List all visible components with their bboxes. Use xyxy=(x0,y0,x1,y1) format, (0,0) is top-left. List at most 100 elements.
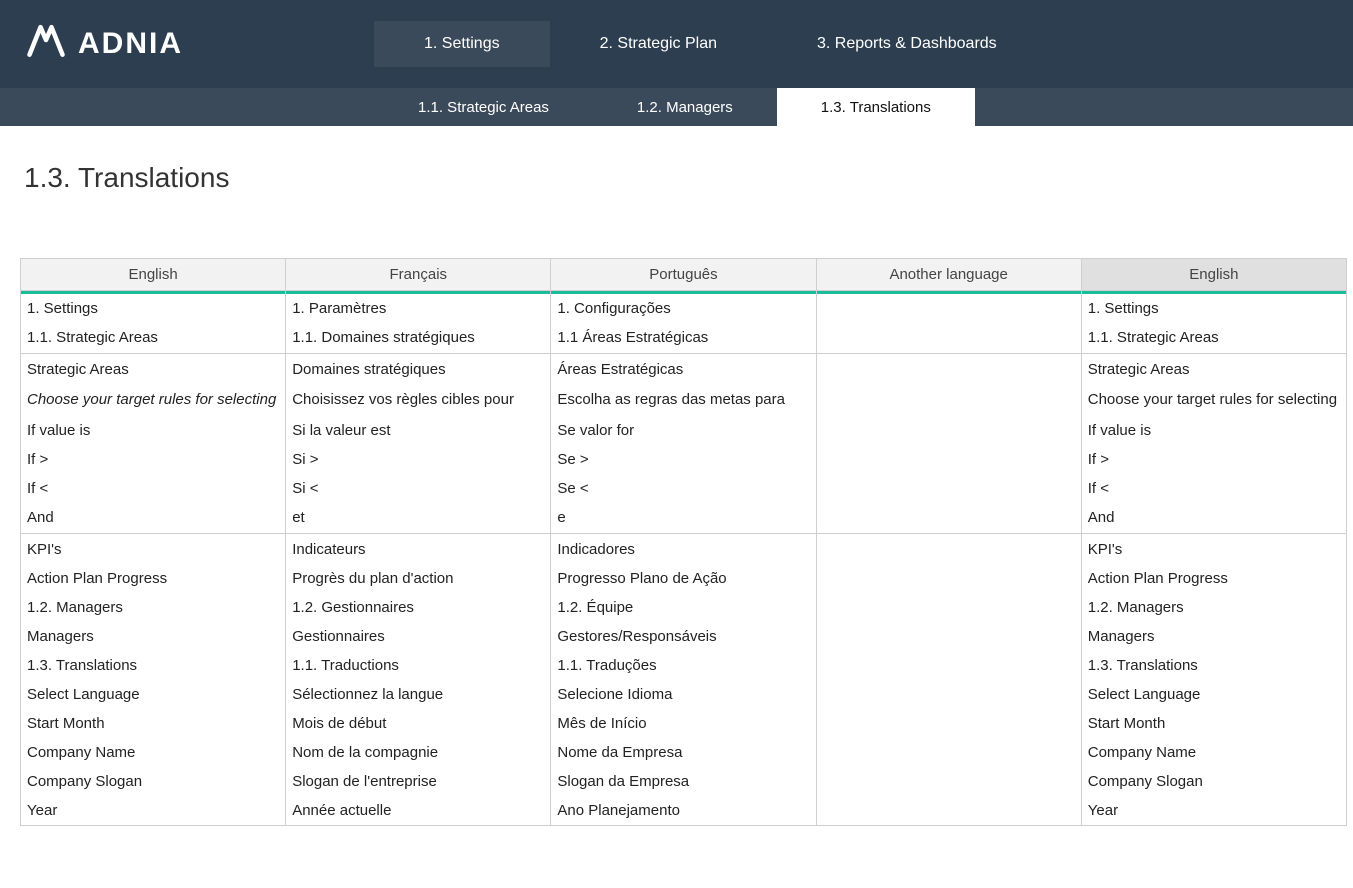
table-cell[interactable]: Nome da Empresa xyxy=(551,738,816,767)
table-cell[interactable]: e xyxy=(551,503,816,534)
table-cell[interactable] xyxy=(816,593,1081,622)
table-cell[interactable]: 1.3. Translations xyxy=(21,651,286,680)
sub-nav: 1.1. Strategic Areas1.2. Managers1.3. Tr… xyxy=(0,88,1353,126)
table-cell[interactable] xyxy=(816,796,1081,826)
table-cell[interactable]: 1.1 Áreas Estratégicas xyxy=(551,323,816,354)
table-cell[interactable] xyxy=(816,384,1081,416)
table-cell[interactable]: Start Month xyxy=(21,709,286,738)
table-cell[interactable]: 1.2. Équipe xyxy=(551,593,816,622)
table-cell[interactable]: Start Month xyxy=(1081,709,1346,738)
table-cell[interactable]: Áreas Estratégicas xyxy=(551,353,816,384)
table-cell[interactable]: Gestionnaires xyxy=(286,622,551,651)
table-cell[interactable]: Action Plan Progress xyxy=(21,564,286,593)
table-cell[interactable]: Strategic Areas xyxy=(21,353,286,384)
table-cell[interactable] xyxy=(816,503,1081,534)
table-cell[interactable]: Year xyxy=(1081,796,1346,826)
table-cell[interactable]: Slogan de l'entreprise xyxy=(286,767,551,796)
table-cell[interactable]: Slogan da Empresa xyxy=(551,767,816,796)
table-cell[interactable]: 1.3. Translations xyxy=(1081,651,1346,680)
table-row: YearAnnée actuelleAno PlanejamentoYear xyxy=(21,796,1347,826)
table-cell[interactable] xyxy=(816,533,1081,564)
table-cell[interactable] xyxy=(816,738,1081,767)
table-cell[interactable] xyxy=(816,416,1081,445)
table-cell[interactable]: 1. Settings xyxy=(21,294,286,323)
table-cell[interactable]: Managers xyxy=(1081,622,1346,651)
sub-tab-0[interactable]: 1.1. Strategic Areas xyxy=(374,88,593,126)
main-tab-0[interactable]: 1. Settings xyxy=(374,21,550,67)
table-cell[interactable]: Choose your target rules for selecting c… xyxy=(1081,384,1346,416)
table-cell[interactable]: Choisissez vos règles cibles pour sélect… xyxy=(286,384,551,416)
table-cell[interactable]: Action Plan Progress xyxy=(1081,564,1346,593)
table-cell[interactable]: Select Language xyxy=(1081,680,1346,709)
table-cell[interactable]: If < xyxy=(21,474,286,503)
table-cell[interactable]: If > xyxy=(1081,445,1346,474)
table-cell[interactable]: Choose your target rules for selecting c… xyxy=(21,384,286,416)
table-cell[interactable]: Nom de la compagnie xyxy=(286,738,551,767)
table-cell[interactable]: Progrès du plan d'action xyxy=(286,564,551,593)
table-cell[interactable] xyxy=(816,709,1081,738)
table-cell[interactable] xyxy=(816,767,1081,796)
table-cell[interactable]: et xyxy=(286,503,551,534)
column-header-0: English xyxy=(21,259,286,291)
table-cell[interactable]: Company Slogan xyxy=(1081,767,1346,796)
table-cell[interactable]: 1.1. Domaines stratégiques xyxy=(286,323,551,354)
table-cell[interactable]: 1.2. Gestionnaires xyxy=(286,593,551,622)
table-cell[interactable]: 1.2. Managers xyxy=(21,593,286,622)
table-cell[interactable]: Se < xyxy=(551,474,816,503)
table-cell[interactable]: Si < xyxy=(286,474,551,503)
table-cell[interactable]: KPI's xyxy=(1081,533,1346,564)
table-cell[interactable]: Select Language xyxy=(21,680,286,709)
table-cell[interactable]: Ano Planejamento xyxy=(551,796,816,826)
table-cell[interactable]: 1. Configurações xyxy=(551,294,816,323)
table-cell[interactable]: Progresso Plano de Ação xyxy=(551,564,816,593)
table-cell[interactable]: And xyxy=(21,503,286,534)
main-tab-1[interactable]: 2. Strategic Plan xyxy=(550,21,767,67)
table-cell[interactable]: If value is xyxy=(21,416,286,445)
table-cell[interactable] xyxy=(816,353,1081,384)
table-cell[interactable]: Mês de Início xyxy=(551,709,816,738)
table-cell[interactable]: Company Name xyxy=(1081,738,1346,767)
table-cell[interactable]: Managers xyxy=(21,622,286,651)
table-cell[interactable]: 1.1. Traduções xyxy=(551,651,816,680)
table-cell[interactable]: Si > xyxy=(286,445,551,474)
table-cell[interactable]: Se valor for xyxy=(551,416,816,445)
table-cell[interactable]: Strategic Areas xyxy=(1081,353,1346,384)
table-cell[interactable] xyxy=(816,651,1081,680)
table-cell[interactable] xyxy=(816,564,1081,593)
table-cell[interactable]: Domaines stratégiques xyxy=(286,353,551,384)
sub-tab-2[interactable]: 1.3. Translations xyxy=(777,88,975,126)
table-cell[interactable]: Selecione Idioma xyxy=(551,680,816,709)
table-cell[interactable]: Année actuelle xyxy=(286,796,551,826)
table-cell[interactable] xyxy=(816,474,1081,503)
table-cell[interactable]: Si la valeur est xyxy=(286,416,551,445)
table-cell[interactable]: If < xyxy=(1081,474,1346,503)
table-cell[interactable]: And xyxy=(1081,503,1346,534)
table-cell[interactable]: KPI's xyxy=(21,533,286,564)
table-cell[interactable]: 1.1. Strategic Areas xyxy=(1081,323,1346,354)
table-cell[interactable]: Escolha as regras das metas para seleção… xyxy=(551,384,816,416)
table-cell[interactable] xyxy=(816,680,1081,709)
table-cell[interactable]: Sélectionnez la langue xyxy=(286,680,551,709)
table-cell[interactable]: Mois de début xyxy=(286,709,551,738)
column-header-1: Français xyxy=(286,259,551,291)
main-tab-2[interactable]: 3. Reports & Dashboards xyxy=(767,21,1047,67)
table-cell[interactable]: 1. Settings xyxy=(1081,294,1346,323)
table-cell[interactable]: Year xyxy=(21,796,286,826)
table-cell[interactable]: 1. Paramètres xyxy=(286,294,551,323)
table-cell[interactable]: Company Slogan xyxy=(21,767,286,796)
table-cell[interactable] xyxy=(816,323,1081,354)
table-cell[interactable]: Se > xyxy=(551,445,816,474)
sub-tab-1[interactable]: 1.2. Managers xyxy=(593,88,777,126)
table-cell[interactable]: 1.2. Managers xyxy=(1081,593,1346,622)
table-cell[interactable]: If value is xyxy=(1081,416,1346,445)
table-cell[interactable]: Indicadores xyxy=(551,533,816,564)
table-cell[interactable]: If > xyxy=(21,445,286,474)
table-cell[interactable]: 1.1. Traductions xyxy=(286,651,551,680)
table-cell[interactable] xyxy=(816,445,1081,474)
table-cell[interactable] xyxy=(816,294,1081,323)
table-cell[interactable]: Gestores/Responsáveis xyxy=(551,622,816,651)
table-cell[interactable]: 1.1. Strategic Areas xyxy=(21,323,286,354)
table-cell[interactable]: Indicateurs xyxy=(286,533,551,564)
table-cell[interactable] xyxy=(816,622,1081,651)
table-cell[interactable]: Company Name xyxy=(21,738,286,767)
